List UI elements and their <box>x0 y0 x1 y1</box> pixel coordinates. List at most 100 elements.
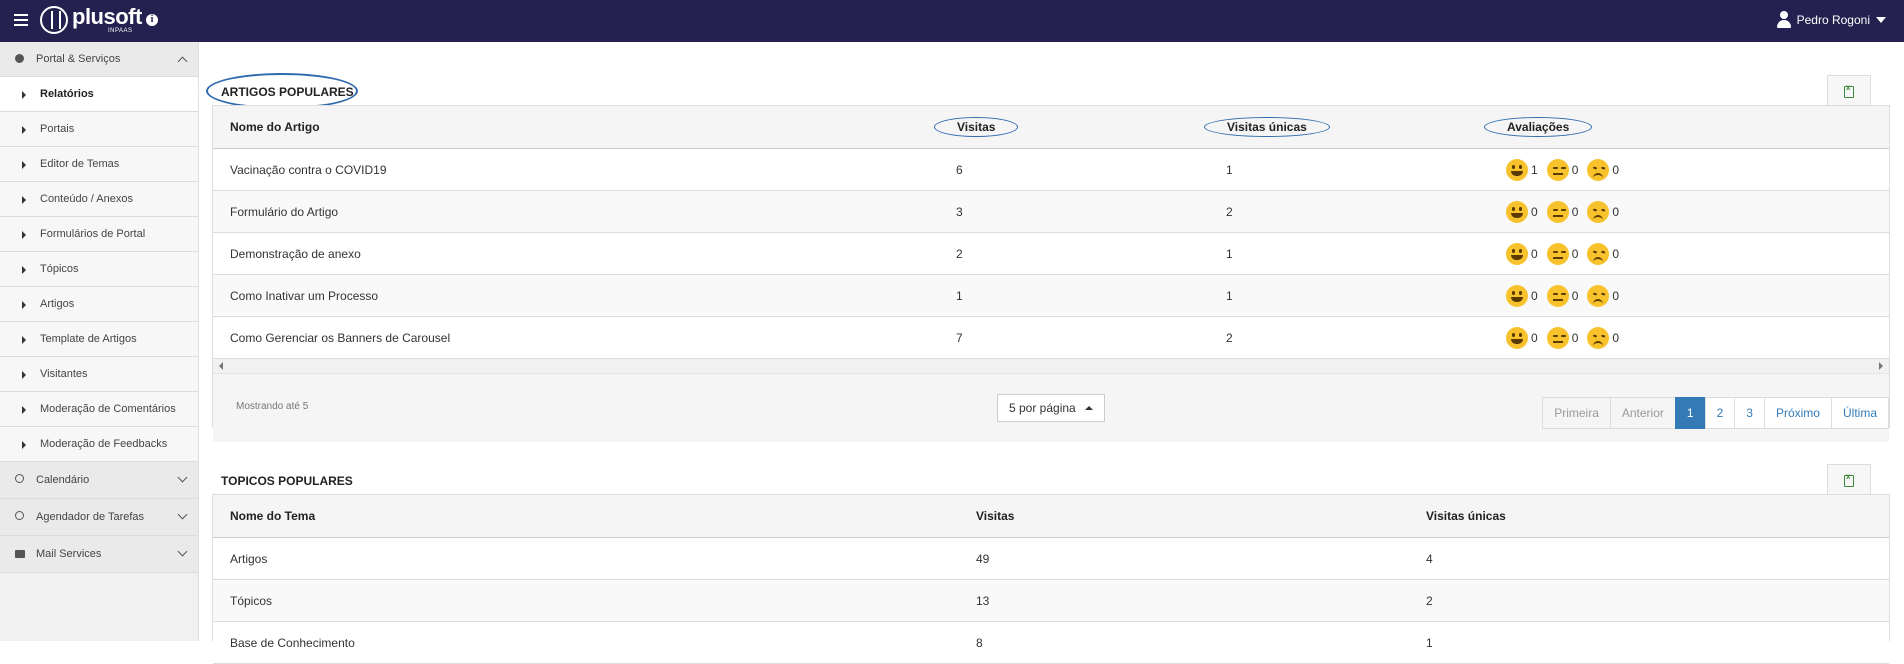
article-visits: 6 <box>956 148 1226 191</box>
pagination-page-3[interactable]: 3 <box>1734 397 1765 429</box>
sidebar-group-label: Portal & Serviços <box>36 53 121 65</box>
table-row[interactable]: Como Inativar um Processo 1 1 0 0 0 <box>213 274 1889 317</box>
table-row[interactable]: Demonstração de anexo 2 1 0 0 0 <box>213 232 1889 275</box>
happy-count: 1 <box>1531 162 1538 177</box>
sidebar-item-template-de-artigos[interactable]: Template de Artigos <box>0 322 198 357</box>
neutral-count: 0 <box>1571 288 1579 303</box>
column-header-name[interactable]: Nome do Artigo <box>213 106 956 149</box>
table-row[interactable]: Tópicos 13 2 <box>213 579 1889 622</box>
neutral-face-icon <box>1546 326 1569 349</box>
article-name: Como Gerenciar os Banners de Carousel <box>213 316 956 359</box>
column-header-label: Visitas <box>934 117 1019 137</box>
sidebar-item-label: Formulários de Portal <box>40 228 146 240</box>
user-menu[interactable]: Pedro Rogoni <box>1776 11 1886 29</box>
sidebar-item-label: Template de Artigos <box>40 333 137 345</box>
article-name: Demonstração de anexo <box>213 232 956 275</box>
pagination-page-1[interactable]: 1 <box>1674 397 1706 429</box>
table-row[interactable]: Base de Conhecimento 8 1 <box>213 621 1889 664</box>
article-name: Vacinação contra o COVID19 <box>213 148 956 191</box>
article-visits: 1 <box>956 274 1226 317</box>
topic-name: Base de Conhecimento <box>213 621 976 664</box>
sidebar-item-label: Relatórios <box>40 88 94 100</box>
export-excel-button[interactable] <box>1827 464 1871 496</box>
sidebar-group-agendador-de-tarefas[interactable]: Agendador de Tarefas <box>0 499 198 536</box>
sad-face-icon <box>1587 242 1610 265</box>
caret-right-icon <box>22 441 26 449</box>
column-header-unique-visits[interactable]: Visitas únicas <box>1426 495 1889 538</box>
topic-name: Tópicos <box>213 579 976 622</box>
pagination-first[interactable]: Primeira <box>1542 397 1611 429</box>
topics-section-title: TOPICOS POPULARES <box>221 474 353 488</box>
sidebar-group-label: Mail Services <box>36 548 102 560</box>
topic-visits: 8 <box>976 621 1426 664</box>
topic-visits: 49 <box>976 537 1426 580</box>
sidebar-group-calendario[interactable]: Calendário <box>0 462 198 499</box>
sidebar-item-conteudo-anexos[interactable]: Conteúdo / Anexos <box>0 182 198 217</box>
pagination-next[interactable]: Próximo <box>1763 397 1832 429</box>
sidebar-item-relatorios[interactable]: Relatórios <box>0 77 207 112</box>
topics-panel: Nome do Tema Visitas Visitas únicas Arti… <box>212 494 1890 664</box>
column-header-visits[interactable]: Visitas <box>934 106 1226 149</box>
scroll-right-arrow-icon[interactable] <box>1879 362 1883 370</box>
sidebar: Portal & Serviços Relatórios Portais Edi… <box>0 42 207 641</box>
table-row[interactable]: Artigos 49 4 <box>213 537 1889 580</box>
pagination-last[interactable]: Última <box>1830 397 1889 429</box>
logo-text: plusoft <box>72 4 142 29</box>
clock-icon <box>15 474 24 483</box>
export-excel-button[interactable] <box>1827 75 1871 107</box>
article-visits: 3 <box>956 190 1226 233</box>
caret-right-icon <box>22 161 26 169</box>
topic-unique-visits: 2 <box>1426 579 1889 622</box>
top-navbar: plusoft INPAAS i Pedro Rogoni <box>0 0 1904 42</box>
sidebar-item-formularios-de-portal[interactable]: Formulários de Portal <box>0 217 198 252</box>
column-header-theme[interactable]: Nome do Tema <box>213 495 976 538</box>
neutral-face-icon <box>1546 158 1569 181</box>
per-page-select[interactable]: 5 por página <box>997 394 1105 422</box>
table-row[interactable]: Formulário do Artigo 3 2 0 0 0 <box>213 190 1889 233</box>
plusoft-logo-mark <box>40 6 68 34</box>
topic-visits: 13 <box>976 579 1426 622</box>
caret-right-icon <box>22 91 26 99</box>
pagination-page-2[interactable]: 2 <box>1704 397 1736 429</box>
happy-face-icon <box>1506 326 1528 349</box>
info-icon[interactable]: i <box>146 14 158 26</box>
article-name: Como Inativar um Processo <box>213 274 956 317</box>
sidebar-item-label: Editor de Temas <box>40 158 120 170</box>
sidebar-item-moderacao-de-comentarios[interactable]: Moderação de Comentários <box>0 392 198 427</box>
sidebar-item-topicos[interactable]: Tópicos <box>0 252 198 287</box>
logo-subtext: INPAAS <box>108 28 133 34</box>
sidebar-group-portal-servicos[interactable]: Portal & Serviços <box>0 42 198 77</box>
showing-count: Mostrando até 5 <box>236 401 309 412</box>
sidebar-group-label: Calendário <box>36 474 90 486</box>
column-header-unique-visits[interactable]: Visitas únicas <box>1204 106 1506 149</box>
article-name: Formulário do Artigo <box>213 190 956 233</box>
sidebar-group-mail-services[interactable]: Mail Services <box>0 536 198 573</box>
article-unique-visits: 1 <box>1226 232 1506 275</box>
article-ratings: 0 0 0 <box>1506 316 1889 359</box>
column-header-visits[interactable]: Visitas <box>976 495 1426 538</box>
column-header-label: Avaliações <box>1484 117 1593 137</box>
articles-panel: Nome do Artigo Visitas Visitas únicas Av… <box>212 105 1890 442</box>
column-header-label: Visitas únicas <box>1204 117 1330 137</box>
scroll-left-arrow-icon[interactable] <box>219 362 223 370</box>
sidebar-item-moderacao-de-feedbacks[interactable]: Moderação de Feedbacks <box>0 427 198 462</box>
column-header-ratings[interactable]: Avaliações <box>1484 106 1889 149</box>
caret-right-icon <box>22 266 26 274</box>
sad-count: 0 <box>1612 162 1620 177</box>
sidebar-item-editor-de-temas[interactable]: Editor de Temas <box>0 147 198 182</box>
pagination-previous[interactable]: Anterior <box>1609 397 1676 429</box>
sidebar-group-label: Agendador de Tarefas <box>36 511 145 523</box>
chevron-down-icon <box>177 546 188 557</box>
sidebar-item-portais[interactable]: Portais <box>0 112 198 147</box>
sad-count: 0 <box>1612 288 1620 303</box>
article-unique-visits: 1 <box>1226 274 1506 317</box>
table-row[interactable]: Vacinação contra o COVID19 6 1 1 0 0 <box>213 148 1889 191</box>
sidebar-item-visitantes[interactable]: Visitantes <box>0 357 198 392</box>
horizontal-scrollbar[interactable] <box>213 359 1889 374</box>
article-visits: 7 <box>956 316 1226 359</box>
sidebar-item-artigos[interactable]: Artigos <box>0 287 198 322</box>
table-row[interactable]: Como Gerenciar os Banners de Carousel 7 … <box>213 316 1889 359</box>
table-header-row: Nome do Tema Visitas Visitas únicas <box>213 495 1889 538</box>
caret-right-icon <box>22 406 26 414</box>
hamburger-menu-icon[interactable] <box>14 14 28 26</box>
